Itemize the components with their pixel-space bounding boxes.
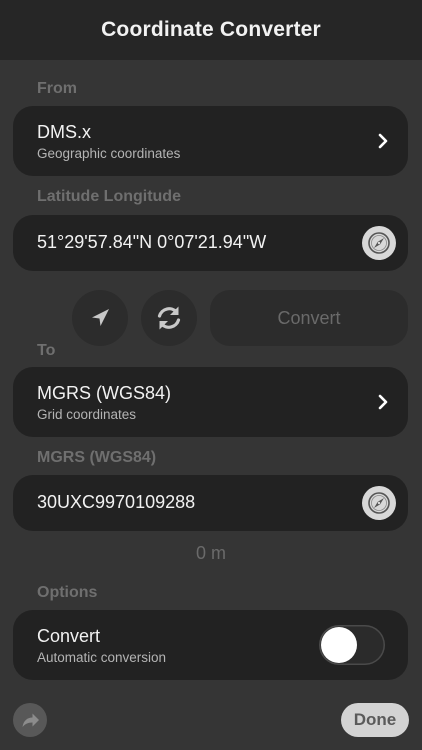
compass-icon	[368, 232, 390, 254]
from-compass-button[interactable]	[362, 226, 396, 260]
auto-convert-title: Convert	[37, 626, 101, 646]
share-arrow-icon	[22, 713, 39, 727]
refresh-icon	[157, 306, 181, 330]
share-button[interactable]	[13, 703, 47, 737]
page-title: Coordinate Converter	[101, 18, 321, 41]
to-coordinate-value: 30UXC9970109288	[37, 492, 196, 512]
from-format-selector[interactable]: DMS.x Geographic coordinates	[13, 106, 408, 176]
navigation-bar: Coordinate Converter	[0, 0, 422, 60]
swap-button[interactable]	[141, 290, 197, 346]
location-arrow-icon	[92, 309, 109, 326]
coordinate-converter-screen: Coordinate Converter From DMS.x Geograph…	[0, 0, 422, 750]
to-format-subtitle: Grid coordinates	[37, 407, 137, 422]
from-section-label: From	[37, 80, 77, 97]
to-format-selector[interactable]: MGRS (WGS84) Grid coordinates	[13, 367, 408, 437]
from-format-subtitle: Geographic coordinates	[37, 146, 181, 161]
auto-convert-toggle[interactable]	[319, 625, 385, 665]
from-field-label: Latitude Longitude	[37, 188, 181, 205]
from-coordinate-value: 51°29'57.84"N 0°07'21.94"W	[37, 232, 267, 252]
auto-convert-option: Convert Automatic conversion	[13, 610, 408, 680]
to-coordinate-field[interactable]: 30UXC9970109288	[13, 475, 408, 531]
auto-convert-subtitle: Automatic conversion	[37, 650, 167, 665]
done-button[interactable]: Done	[341, 703, 409, 737]
from-format-title: DMS.x	[37, 122, 91, 142]
toggle-knob	[321, 627, 357, 663]
options-section-label: Options	[37, 584, 98, 601]
chevron-right-icon	[378, 394, 388, 410]
current-location-button[interactable]	[72, 290, 128, 346]
to-format-title: MGRS (WGS84)	[37, 383, 172, 403]
to-compass-button[interactable]	[362, 486, 396, 520]
convert-button[interactable]: Convert	[210, 290, 408, 346]
distance-readout: 0 m	[195, 543, 226, 563]
chevron-right-icon	[378, 133, 388, 149]
to-field-label: MGRS (WGS84)	[37, 449, 157, 466]
compass-icon	[368, 492, 390, 514]
from-coordinate-field[interactable]: 51°29'57.84"N 0°07'21.94"W	[13, 215, 408, 271]
to-section-label: To	[37, 342, 56, 359]
